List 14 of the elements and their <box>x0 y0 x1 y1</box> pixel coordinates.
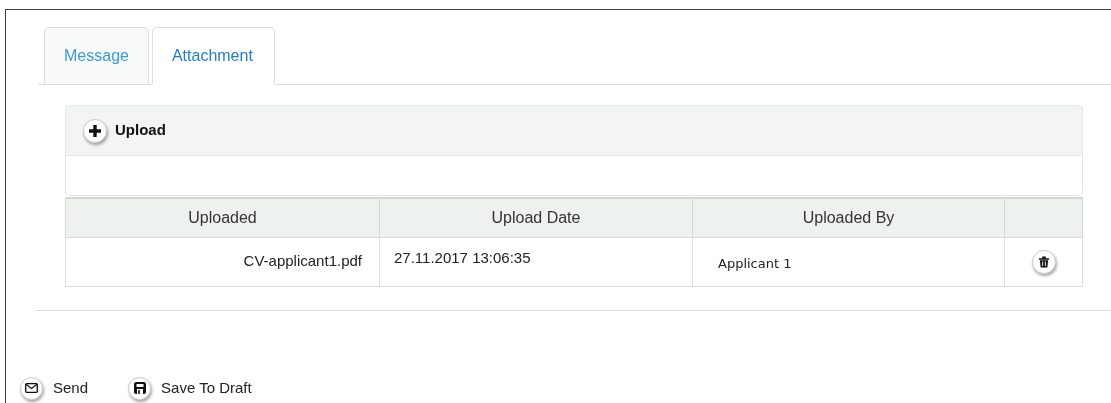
table-cell: 27.11.2017 13:06:35 <box>379 237 693 286</box>
delete-button[interactable] <box>1031 249 1056 274</box>
table-cell: Applicant 1 <box>692 237 1005 286</box>
column-header: Upload Date <box>379 198 693 237</box>
column-header: Uploaded By <box>692 198 1005 237</box>
trash-icon <box>1038 255 1049 268</box>
tab[interactable]: Attachment <box>151 27 275 85</box>
column-header: Uploaded <box>65 198 380 237</box>
envelope-icon <box>25 383 38 393</box>
table-cell: CV-applicant1.pdf <box>65 237 380 286</box>
send-button[interactable]: Send <box>20 376 89 400</box>
upload-button[interactable]: Upload <box>83 118 166 143</box>
plus-icon <box>89 124 101 137</box>
save-draft-button[interactable]: Save To Draft <box>128 376 252 400</box>
